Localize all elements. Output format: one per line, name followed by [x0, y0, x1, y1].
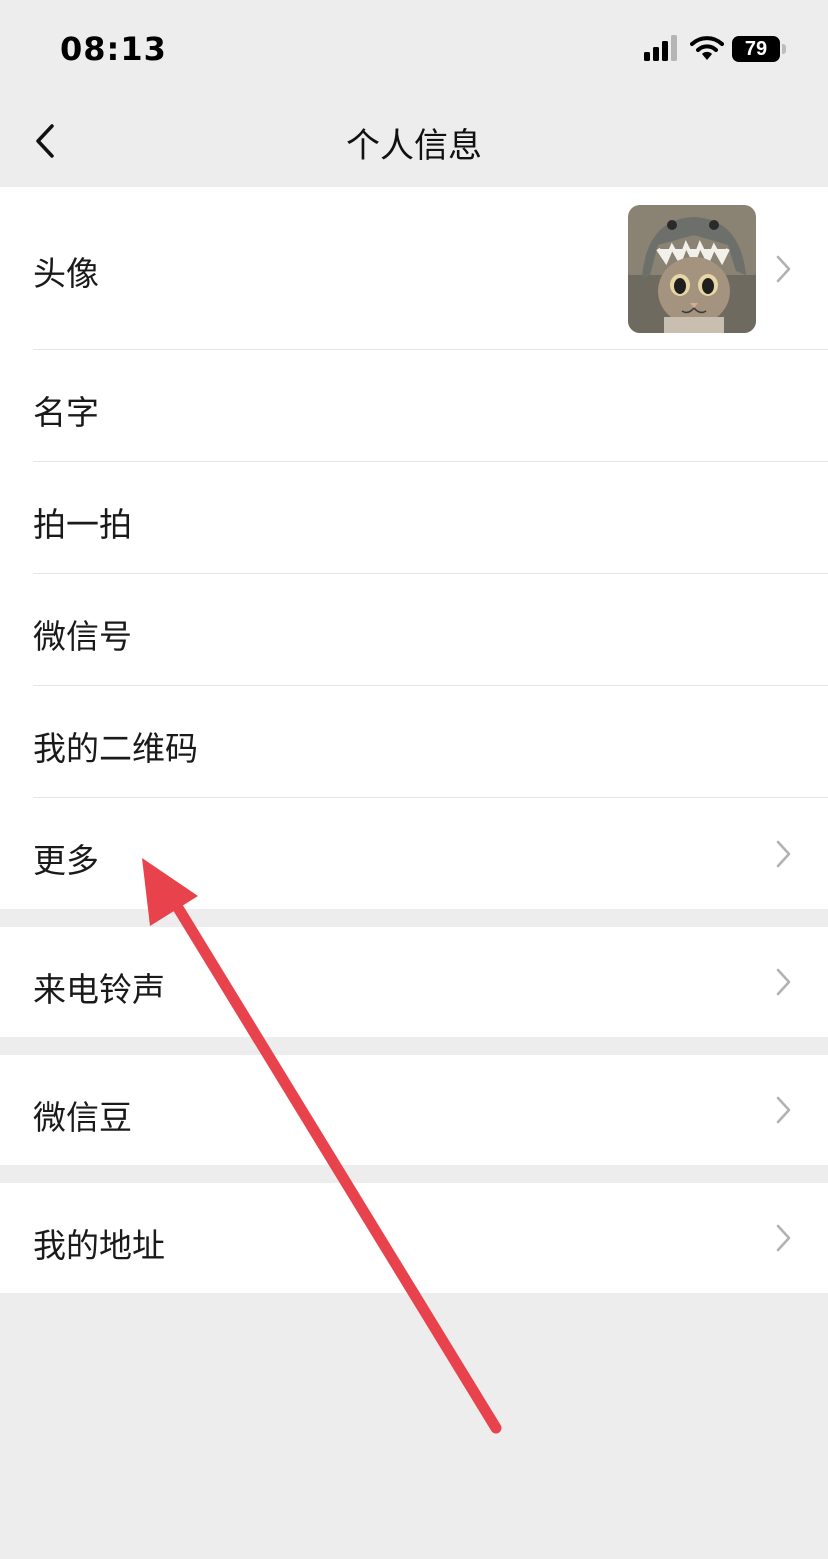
row-wechat-id[interactable]: 微信号 — [0, 574, 828, 686]
wechat-beans-group: 微信豆 — [0, 1055, 828, 1165]
wifi-icon — [690, 36, 724, 60]
signal-icon — [644, 35, 677, 61]
row-my-address[interactable]: 我的地址 — [0, 1183, 828, 1293]
status-time: 08:13 — [60, 30, 167, 68]
chevron-right-icon — [776, 255, 791, 283]
row-pat[interactable]: 拍一拍 — [0, 462, 828, 574]
nav-bar: 个人信息 — [0, 96, 828, 186]
row-wechat-beans[interactable]: 微信豆 — [0, 1055, 828, 1165]
page-title: 个人信息 — [346, 126, 482, 166]
chevron-right-icon — [776, 1096, 791, 1124]
address-group: 我的地址 — [0, 1183, 828, 1293]
row-label: 我的二维码 — [33, 729, 198, 768]
ringtone-group: 来电铃声 — [0, 927, 828, 1037]
row-ringtone[interactable]: 来电铃声 — [0, 927, 828, 1037]
status-icons: 79 — [644, 34, 794, 66]
row-avatar[interactable]: 头像 — [0, 187, 828, 350]
row-more[interactable]: 更多 — [0, 798, 828, 909]
row-label: 更多 — [33, 841, 99, 880]
row-label: 微信豆 — [33, 1098, 132, 1137]
row-qr-code[interactable]: 我的二维码 — [0, 686, 828, 798]
row-label: 头像 — [33, 254, 99, 293]
profile-group: 头像 名字 拍一拍 微信号 我的二维码 更多 — [0, 187, 828, 909]
row-label: 来电铃声 — [33, 970, 165, 1009]
row-label: 我的地址 — [33, 1226, 165, 1265]
status-bar: 08:13 79 — [0, 0, 828, 96]
chevron-right-icon — [776, 1224, 791, 1252]
chevron-right-icon — [776, 840, 791, 868]
battery-icon: 79 — [732, 34, 788, 62]
row-label: 微信号 — [33, 617, 132, 656]
chevron-right-icon — [776, 968, 791, 996]
row-label: 拍一拍 — [33, 505, 132, 544]
row-label: 名字 — [33, 393, 99, 432]
battery-level: 79 — [744, 38, 768, 60]
row-name[interactable]: 名字 — [0, 350, 828, 462]
avatar — [628, 205, 756, 333]
